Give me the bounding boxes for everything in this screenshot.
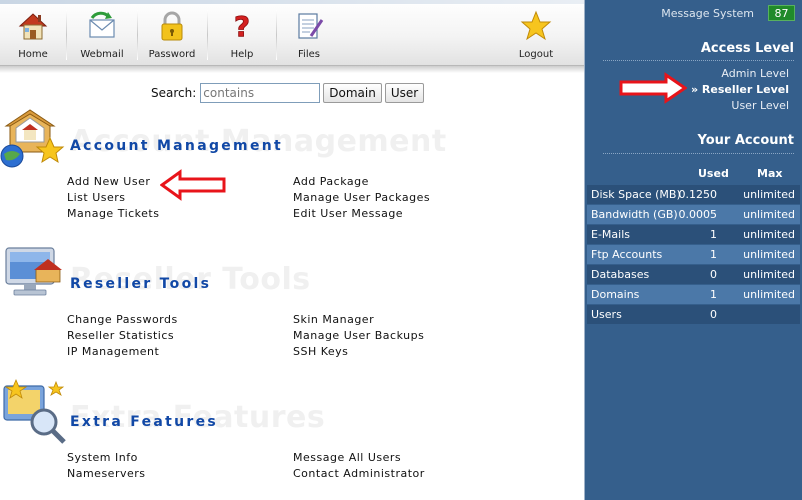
usage-used: 0 (710, 268, 717, 281)
toolbar-divider (207, 10, 208, 60)
message-count-badge[interactable]: 87 (768, 5, 795, 21)
dotted-divider (603, 60, 794, 61)
usage-name: Databases (591, 268, 650, 281)
link-manage-tickets[interactable]: Manage Tickets (67, 207, 159, 220)
usage-row-ftp-accounts: Ftp Accounts 1 unlimited (587, 245, 800, 264)
your-account-heading: Your Account (697, 133, 794, 148)
dotted-divider (603, 153, 794, 154)
link-system-info[interactable]: System Info (67, 451, 138, 464)
link-ssh-keys[interactable]: SSH Keys (293, 345, 348, 358)
usage-max: unlimited (743, 288, 795, 301)
search-bar: Search: Domain User (151, 83, 427, 103)
link-nameservers[interactable]: Nameservers (67, 467, 146, 480)
search-user-button[interactable]: User (384, 83, 425, 103)
message-system-link[interactable]: Message System (661, 7, 754, 20)
search-label: Search: (151, 86, 197, 100)
usage-row-disk-space: Disk Space (MB) 0.1250 unlimited (587, 185, 800, 204)
usage-row-emails: E-Mails 1 unlimited (587, 225, 800, 244)
annotation-arrow-left (160, 169, 226, 201)
toolbar-logout-button[interactable]: Logout (511, 6, 561, 62)
link-add-package[interactable]: Add Package (293, 175, 369, 188)
toolbar-webmail-button[interactable]: Webmail (76, 6, 128, 62)
toolbar-home-button[interactable]: Home (8, 6, 58, 62)
toolbar-password-label: Password (148, 49, 196, 60)
link-list-users[interactable]: List Users (67, 191, 126, 204)
usage-row-users: Users 0 (587, 305, 800, 324)
used-column-header: Used (698, 167, 729, 180)
link-manage-user-packages[interactable]: Manage User Packages (293, 191, 430, 204)
home-icon (18, 13, 48, 40)
star-icon (520, 10, 552, 41)
link-change-passwords[interactable]: Change Passwords (67, 313, 178, 326)
usage-max: unlimited (743, 188, 795, 201)
toolbar-webmail-label: Webmail (80, 49, 124, 60)
usage-max: unlimited (743, 248, 795, 261)
toolbar-help-label: Help (230, 49, 254, 60)
section-title: Extra Features (70, 414, 219, 430)
usage-used: 1 (710, 248, 717, 261)
usage-used: 1 (710, 288, 717, 301)
toolbar-files-button[interactable]: Files (284, 6, 334, 62)
link-message-all-users[interactable]: Message All Users (293, 451, 401, 464)
toolbar-files-label: Files (298, 49, 320, 60)
link-contact-administrator[interactable]: Contact Administrator (293, 467, 425, 480)
toolbar-help-button[interactable]: ? Help (215, 6, 269, 62)
usage-name: Domains (591, 288, 640, 301)
toolbar-home-label: Home (18, 49, 48, 60)
mail-envelope-icon (89, 11, 115, 38)
max-column-header: Max (757, 167, 783, 180)
toolbar-password-button[interactable]: Password (145, 6, 199, 62)
search-input[interactable] (200, 83, 321, 103)
user-level-link[interactable]: User Level (731, 99, 789, 112)
usage-max: unlimited (743, 268, 795, 281)
usage-used: 0 (710, 308, 717, 321)
annotation-arrow-right (619, 72, 687, 104)
link-manage-user-backups[interactable]: Manage User Backups (293, 329, 424, 342)
reseller-tools-icon (5, 247, 62, 296)
top-toolbar: Home Webmail Password ? Help Files Logou… (0, 0, 584, 66)
toolbar-logout-label: Logout (518, 49, 554, 60)
usage-max: unlimited (743, 228, 795, 241)
link-reseller-statistics[interactable]: Reseller Statistics (67, 329, 174, 342)
link-add-new-user[interactable]: Add New User (67, 175, 150, 188)
usage-name: Users (591, 308, 622, 321)
link-skin-manager[interactable]: Skin Manager (293, 313, 374, 326)
admin-level-link[interactable]: Admin Level (721, 67, 789, 80)
svg-text:?: ? (234, 10, 250, 42)
link-edit-user-message[interactable]: Edit User Message (293, 207, 403, 220)
access-level-heading: Access Level (700, 41, 794, 56)
link-ip-management[interactable]: IP Management (67, 345, 159, 358)
usage-name: Ftp Accounts (591, 248, 663, 261)
usage-name: E-Mails (591, 228, 630, 241)
usage-row-databases: Databases 0 unlimited (587, 265, 800, 284)
usage-name: Disk Space (MB) (591, 188, 681, 201)
search-domain-button[interactable]: Domain (323, 83, 382, 103)
toolbar-shadow (0, 66, 584, 73)
section-title: Account Management (70, 138, 284, 154)
usage-max: unlimited (743, 208, 795, 221)
usage-row-bandwidth: Bandwidth (GB) 0.0005 unlimited (587, 205, 800, 224)
padlock-icon (161, 11, 183, 41)
section-title: Reseller Tools (70, 276, 212, 292)
extra-features-icon (3, 378, 66, 444)
usage-used: 0.0005 (678, 208, 718, 221)
toolbar-divider (66, 10, 67, 60)
reseller-level-link[interactable]: » Reseller Level (691, 83, 789, 96)
toolbar-divider (276, 10, 277, 60)
document-icon (298, 13, 324, 39)
usage-row-domains: Domains 1 unlimited (587, 285, 800, 304)
usage-used: 1 (710, 228, 717, 241)
account-management-icon (0, 109, 65, 168)
question-mark-icon: ? (233, 10, 250, 42)
usage-name: Bandwidth (GB) (591, 208, 678, 221)
usage-used: 0.1250 (678, 188, 718, 201)
toolbar-divider (137, 10, 138, 60)
